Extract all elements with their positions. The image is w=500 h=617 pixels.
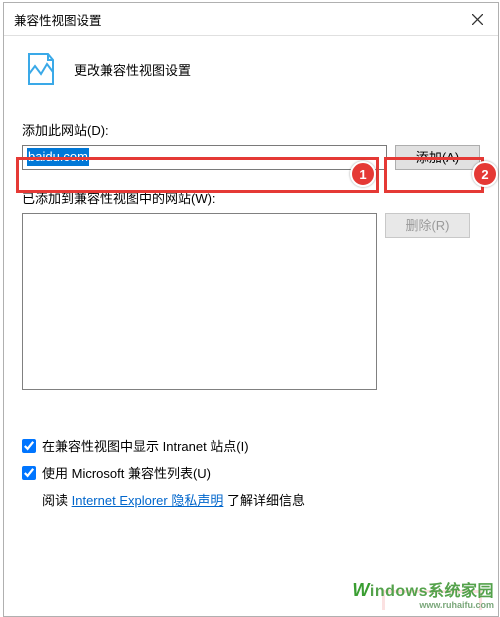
intranet-check-row[interactable]: 在兼容性视图中显示 Intranet 站点(I) — [22, 436, 480, 455]
intranet-checkbox[interactable] — [22, 439, 36, 453]
sites-listbox[interactable] — [22, 213, 377, 390]
mslist-checkbox[interactable] — [22, 466, 36, 480]
annotation-badge-1: 1 — [350, 161, 376, 187]
watermark-line1: Windows系统家园 — [352, 581, 494, 601]
sites-list-label: 已添加到兼容性视图中的网站(W): — [22, 188, 480, 207]
privacy-line: 阅读 Internet Explorer 隐私声明 了解详细信息 — [42, 490, 480, 509]
remove-button: 删除(R) — [385, 213, 470, 238]
add-row: baidu.com 添加(A) — [22, 145, 480, 170]
watermark: Windows系统家园 www.ruhaifu.com — [350, 579, 496, 613]
options-block: 在兼容性视图中显示 Intranet 站点(I) 使用 Microsoft 兼容… — [22, 436, 480, 509]
header-row: 更改兼容性视图设置 — [26, 52, 480, 86]
list-row: 删除(R) — [22, 213, 480, 406]
dialog-window: 兼容性视图设置 更改兼容性视图设置 添加此网站(D): baidu.c — [3, 2, 499, 617]
add-button[interactable]: 添加(A) — [395, 145, 480, 170]
annotation-badge-2: 2 — [472, 161, 498, 187]
privacy-prefix: 阅读 — [42, 493, 72, 508]
mslist-check-label: 使用 Microsoft 兼容性列表(U) — [42, 463, 211, 482]
privacy-link[interactable]: Internet Explorer 隐私声明 — [72, 493, 224, 508]
dialog-body: 更改兼容性视图设置 添加此网站(D): baidu.com 添加(A) 已添加到… — [4, 36, 498, 519]
add-site-label: 添加此网站(D): — [22, 120, 480, 139]
compat-page-icon — [26, 52, 56, 86]
titlebar: 兼容性视图设置 — [4, 3, 498, 36]
url-input[interactable] — [22, 145, 387, 170]
mslist-check-row[interactable]: 使用 Microsoft 兼容性列表(U) — [22, 463, 480, 482]
close-button[interactable] — [456, 3, 498, 35]
watermark-line2: www.ruhaifu.com — [352, 601, 494, 611]
watermark-w: W — [352, 580, 370, 600]
url-input-wrap: baidu.com — [22, 145, 387, 170]
header-subtitle: 更改兼容性视图设置 — [74, 60, 191, 79]
intranet-check-label: 在兼容性视图中显示 Intranet 站点(I) — [42, 436, 249, 455]
privacy-suffix: 了解详细信息 — [223, 493, 305, 508]
watermark-rest: indows系统家园 — [370, 583, 494, 600]
close-icon — [472, 14, 483, 25]
window-title: 兼容性视图设置 — [14, 10, 102, 29]
